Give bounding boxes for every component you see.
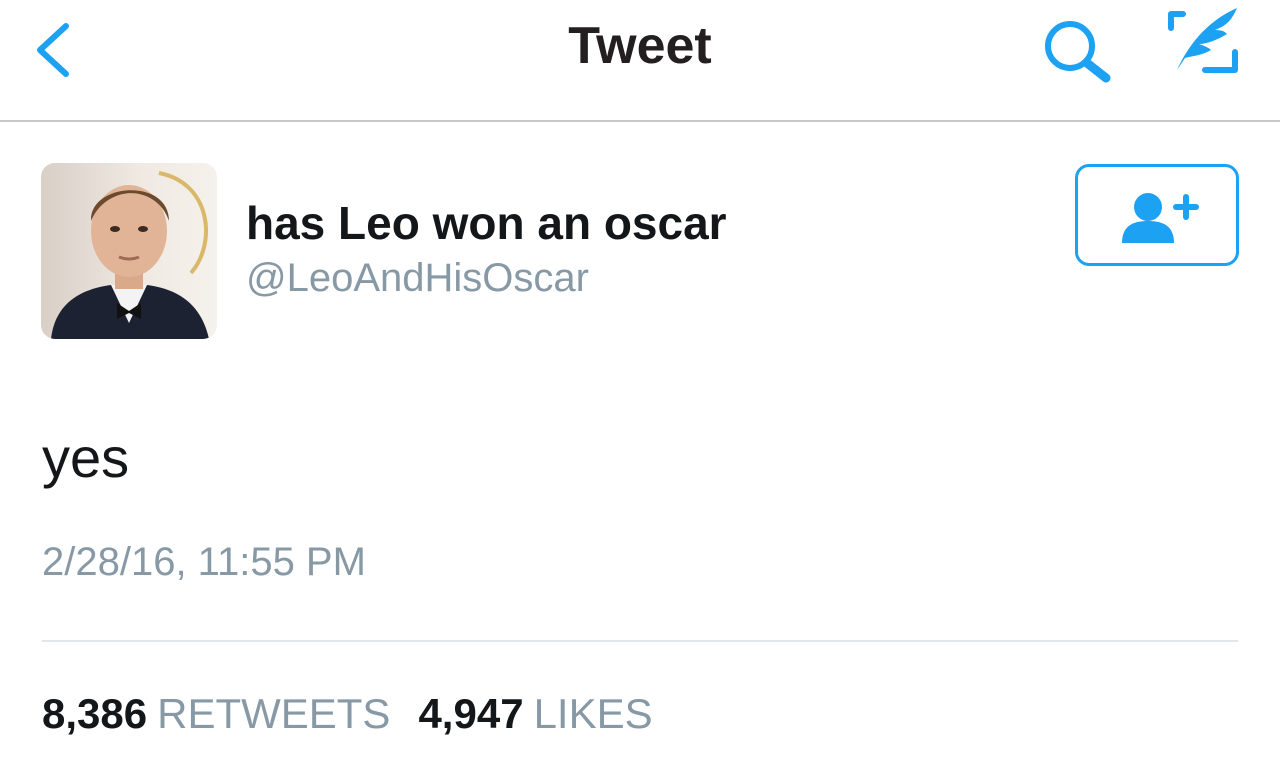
likes-stat[interactable]: 4,947 LIKES — [418, 690, 652, 738]
follow-user-icon — [1122, 193, 1199, 243]
likes-count: 4,947 — [418, 690, 524, 737]
avatar[interactable] — [41, 163, 217, 339]
compose-button[interactable] — [1165, 4, 1245, 82]
retweets-count: 8,386 — [42, 690, 148, 737]
divider — [42, 640, 1238, 642]
retweets-stat[interactable]: 8,386 RETWEETS — [42, 690, 390, 738]
tweet-text: yes — [42, 426, 130, 489]
follow-button[interactable] — [1075, 164, 1239, 266]
author-handle[interactable]: @LeoAndHisOscar — [246, 256, 589, 301]
tweet-timestamp: 2/28/16, 11:55 PM — [42, 540, 366, 584]
navigation-bar: Tweet — [0, 0, 1280, 122]
profile-photo — [41, 163, 217, 339]
author-display-name[interactable]: has Leo won an oscar — [246, 196, 727, 250]
compose-tweet-icon — [1168, 8, 1238, 73]
tweet-stats: 8,386 RETWEETS 4,947 LIKES — [42, 690, 653, 738]
search-button[interactable] — [1040, 16, 1118, 86]
retweets-label: RETWEETS — [157, 690, 391, 737]
search-icon — [1045, 21, 1111, 83]
likes-label: LIKES — [533, 690, 653, 737]
